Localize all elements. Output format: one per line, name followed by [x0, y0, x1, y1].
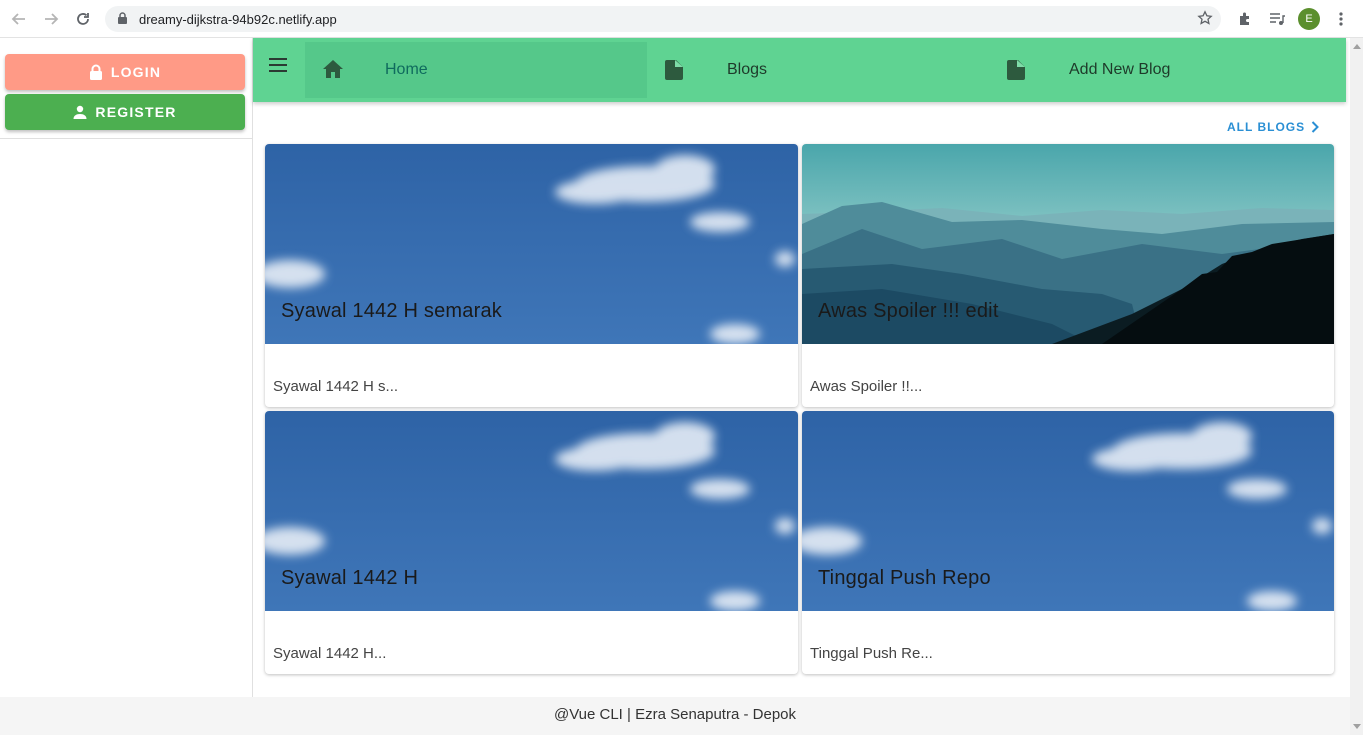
scroll-down-arrow-icon[interactable]: [1353, 724, 1361, 729]
tab-blogs[interactable]: Blogs: [647, 42, 989, 98]
reload-button[interactable]: [71, 7, 95, 31]
blog-card-excerpt: Awas Spoiler !!...: [810, 378, 923, 395]
url-text: dreamy-dijkstra-94b92c.netlify.app: [139, 12, 337, 27]
blog-card-title: Awas Spoiler !!! edit: [818, 300, 999, 322]
blog-card-title: Tinggal Push Repo: [818, 567, 991, 589]
lock-icon: [117, 12, 128, 30]
register-label: REGISTER: [95, 104, 177, 120]
sidebar-divider: [0, 138, 252, 139]
blog-card[interactable]: Syawal 1442 H Syawal 1442 H...: [265, 411, 798, 674]
address-bar[interactable]: dreamy-dijkstra-94b92c.netlify.app: [105, 6, 1221, 32]
extensions-icon[interactable]: [1234, 8, 1256, 30]
blog-card-title: Syawal 1442 H: [281, 567, 419, 589]
more-menu-icon[interactable]: [1330, 8, 1352, 30]
hamburger-menu-icon[interactable]: [269, 58, 287, 77]
tab-home-label: Home: [385, 61, 428, 78]
blog-card-excerpt: Syawal 1442 H s...: [273, 378, 399, 395]
page-footer: @Vue CLI | Ezra Senaputra - Depok: [0, 697, 1350, 735]
chevron-right-icon: [1311, 121, 1320, 133]
bookmark-star-icon[interactable]: [1197, 10, 1213, 31]
blog-card[interactable]: Awas Spoiler !!! edit Awas Spoiler !!...: [802, 144, 1334, 407]
blog-card[interactable]: Tinggal Push Repo Tinggal Push Re...: [802, 411, 1334, 674]
document-icon: [665, 60, 683, 85]
login-label: LOGIN: [110, 64, 162, 80]
blog-card-title: Syawal 1442 H semarak: [281, 300, 502, 322]
person-icon: [73, 105, 87, 119]
all-blogs-link[interactable]: ALL BLOGS: [1227, 120, 1320, 134]
blog-card-excerpt: Tinggal Push Re...: [810, 645, 933, 662]
back-button[interactable]: [7, 7, 31, 31]
login-button[interactable]: LOGIN: [5, 54, 245, 90]
home-icon: [323, 60, 343, 83]
lock-icon: [89, 64, 102, 80]
document-icon: [1007, 60, 1025, 85]
browser-toolbar: dreamy-dijkstra-94b92c.netlify.app E: [0, 0, 1363, 38]
tab-blogs-label: Blogs: [727, 61, 768, 78]
blog-card-excerpt: Syawal 1442 H...: [273, 645, 387, 662]
navigation-drawer: LOGIN REGISTER: [0, 38, 253, 697]
scroll-up-arrow-icon[interactable]: [1353, 44, 1361, 49]
footer-text: @Vue CLI | Ezra Senaputra - Depok: [553, 706, 797, 723]
profile-avatar[interactable]: E: [1298, 8, 1320, 30]
register-button[interactable]: REGISTER: [5, 94, 245, 130]
all-blogs-label: ALL BLOGS: [1227, 120, 1306, 134]
media-queue-icon[interactable]: [1266, 8, 1288, 30]
tab-home[interactable]: Home: [305, 42, 647, 98]
app-bar: Home Blogs Add New Blog: [253, 38, 1346, 102]
tab-add-new-blog-label: Add New Blog: [1069, 61, 1171, 78]
tab-add-new-blog[interactable]: Add New Blog: [989, 42, 1346, 98]
vertical-scrollbar[interactable]: [1350, 38, 1363, 735]
forward-button[interactable]: [39, 7, 63, 31]
blog-card[interactable]: Syawal 1442 H semarak Syawal 1442 H s...: [265, 144, 798, 407]
